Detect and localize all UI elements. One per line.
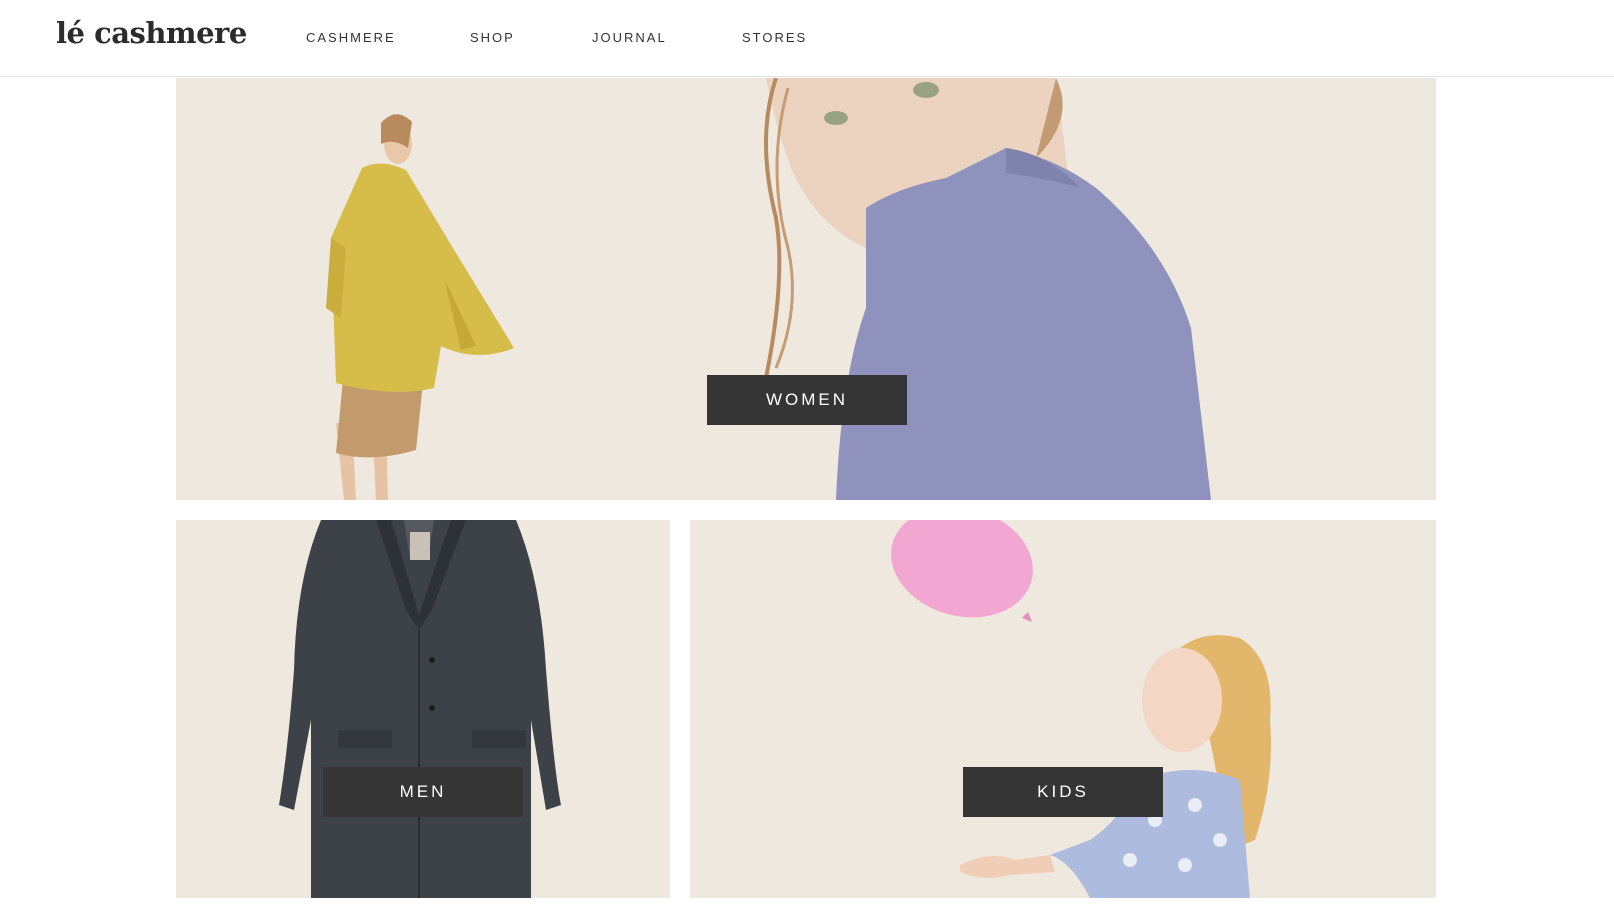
women-button[interactable]: WOMEN: [707, 375, 907, 425]
kids-button[interactable]: KIDS: [963, 767, 1163, 817]
nav-item-cashmere[interactable]: CASHMERE: [306, 30, 396, 45]
charcoal-coat-figure: [279, 520, 561, 898]
women-hero-image: [326, 78, 1211, 500]
kids-hero-image: [891, 520, 1271, 898]
nav-item-stores[interactable]: STORES: [742, 30, 807, 45]
men-category-tile[interactable]: MEN: [176, 520, 670, 898]
site-header: lé cashmere CASHMERE SHOP JOURNAL STORES: [0, 0, 1614, 77]
men-button[interactable]: MEN: [323, 767, 523, 817]
nav-item-shop[interactable]: SHOP: [470, 30, 515, 45]
woman-lavender-sweater-figure: [764, 78, 1211, 500]
brand-logo[interactable]: lé cashmere: [56, 16, 247, 50]
women-category-tile[interactable]: WOMEN: [176, 78, 1436, 500]
pink-balloon: [891, 520, 1033, 622]
kids-category-tile[interactable]: KIDS: [690, 520, 1436, 898]
nav-item-journal[interactable]: JOURNAL: [592, 30, 667, 45]
woman-yellow-coat-figure: [326, 114, 514, 500]
men-coat-image: [279, 520, 561, 898]
